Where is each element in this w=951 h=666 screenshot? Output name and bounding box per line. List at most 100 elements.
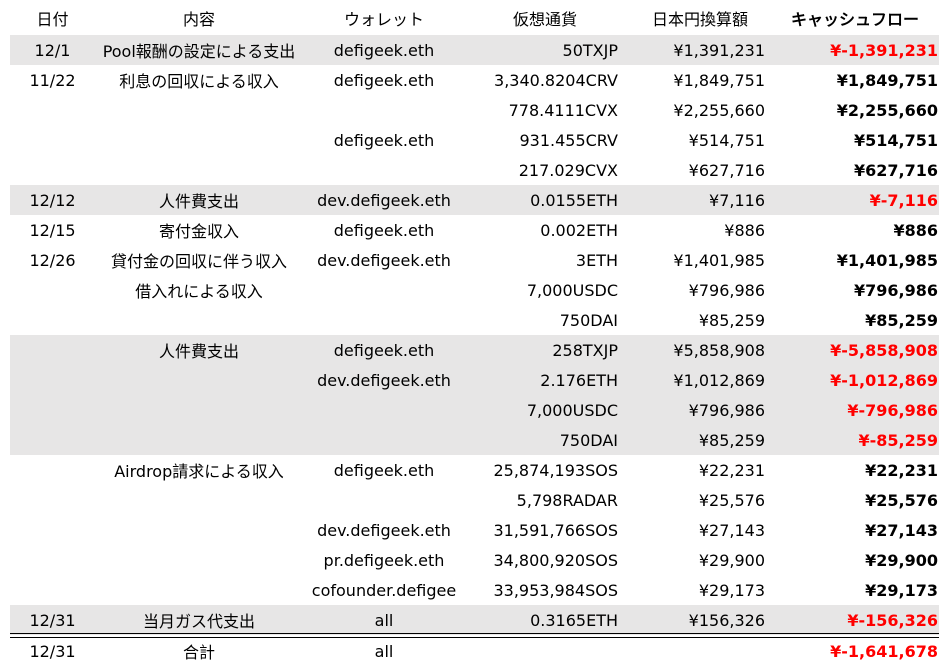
cell-wallet: all (374, 610, 394, 630)
cell-cashflow: ¥-1,012,869 (830, 370, 938, 390)
cell-date (10, 305, 95, 335)
cashflow-sheet: 日付 内容 ウォレット 仮想通貨 日本円換算額 キャッシュフロー 12/1 Poo… (0, 0, 951, 665)
table-row: 217.029CVX ¥627,716 ¥627,716 (0, 155, 951, 185)
cell-jpy: ¥627,716 (688, 160, 765, 180)
cell-date (10, 575, 95, 605)
table-row: 778.4111CVX ¥2,255,660 ¥2,255,660 (0, 95, 951, 125)
cell-desc (88, 365, 310, 395)
cell-cashflow: ¥27,143 (865, 520, 938, 540)
cell-amount: 778.4111CVX (508, 100, 618, 120)
cell-jpy: ¥886 (724, 220, 765, 240)
total-jpy (618, 636, 765, 666)
cell-amount: 7,000USDC (526, 280, 618, 300)
table-row: pr.defigeek.eth 34,800,920SOS ¥29,900 ¥29,9… (0, 545, 951, 575)
cell-cashflow: ¥29,900 (865, 550, 938, 570)
table-row: 11/22 利息の回収による収入 defigeek.eth 3,340.8204CRV… (0, 65, 951, 95)
cell-wallet: defigeek.eth (333, 460, 435, 480)
cell-wallet (310, 95, 458, 125)
cell-desc: 人件費支出 (158, 342, 239, 361)
cell-cashflow: ¥2,255,660 (836, 100, 938, 120)
total-desc: 合計 (182, 643, 215, 662)
cell-jpy: ¥7,116 (709, 190, 765, 210)
cell-wallet: dev.defigeek.eth (317, 370, 451, 390)
cell-date (10, 275, 95, 305)
cell-date: 12/31 (29, 610, 76, 630)
cell-desc (88, 545, 310, 575)
cell-jpy: ¥1,391,231 (673, 40, 765, 60)
cell-desc (88, 485, 310, 515)
cell-desc (88, 425, 310, 455)
cell-amount: 750DAI (559, 430, 618, 450)
cell-jpy: ¥1,849,751 (673, 70, 765, 90)
cell-date: 12/26 (29, 250, 76, 270)
cell-cashflow: ¥514,751 (853, 130, 938, 150)
cell-desc: 人件費支出 (158, 192, 239, 211)
cell-desc (88, 395, 310, 425)
cell-desc: 利息の回収による収入 (119, 72, 279, 91)
table-row: 借入れによる収入 7,000USDC ¥796,986 ¥796,986 (0, 275, 951, 305)
cell-desc (88, 575, 310, 605)
cell-jpy: ¥1,012,869 (673, 370, 765, 390)
cell-cashflow: ¥-5,858,908 (830, 340, 938, 360)
table-row: 5,798RADAR ¥25,576 ¥25,576 (0, 485, 951, 515)
cell-wallet: pr.defigeek.eth (323, 550, 445, 570)
cell-jpy: ¥156,326 (688, 610, 765, 630)
cell-wallet: defigeek.eth (333, 340, 435, 360)
cell-amount: 31,591,766SOS (493, 520, 618, 540)
cell-desc: 借入れによる収入 (135, 282, 263, 301)
cell-wallet (310, 155, 458, 185)
cell-amount: 50TXJP (562, 40, 618, 60)
cell-cashflow: ¥1,401,985 (836, 250, 938, 270)
cell-date (10, 485, 95, 515)
table-row: 7,000USDC ¥796,986 ¥-796,986 (0, 395, 951, 425)
cell-desc (88, 515, 310, 545)
header-date: 日付 (36, 9, 69, 29)
cell-desc (88, 155, 310, 185)
cell-wallet: defigeek.eth (333, 220, 435, 240)
cell-date (10, 335, 95, 365)
cell-wallet: defigeek.eth (333, 70, 435, 90)
cell-wallet (310, 305, 458, 335)
cell-amount: 0.3165ETH (530, 610, 618, 630)
cell-desc (88, 305, 310, 335)
cell-cashflow: ¥-1,391,231 (830, 40, 938, 60)
header-desc: 内容 (182, 9, 215, 29)
cell-wallet (310, 395, 458, 425)
total-wallet: all (374, 641, 394, 661)
table-row: 750DAI ¥85,259 ¥85,259 (0, 305, 951, 335)
cell-amount: 217.029CVX (518, 160, 618, 180)
cell-date (10, 545, 95, 575)
cell-jpy: ¥29,173 (698, 580, 765, 600)
cell-wallet (310, 425, 458, 455)
table-row: 12/26 貸付金の回収に伴う収入 dev.defigeek.eth 3ETH ¥1,4… (0, 245, 951, 275)
cell-desc (88, 95, 310, 125)
cell-jpy: ¥796,986 (688, 400, 765, 420)
table-row: 12/31 当月ガス代支出 all 0.3165ETH ¥156,326 ¥-156,32… (0, 605, 951, 635)
table-row: dev.defigeek.eth 2.176ETH ¥1,012,869 ¥-1,01… (0, 365, 951, 395)
cell-amount: 2.176ETH (540, 370, 618, 390)
cell-jpy: ¥29,900 (698, 550, 765, 570)
cell-cashflow: ¥886 (893, 220, 938, 240)
table-row: dev.defigeek.eth 31,591,766SOS ¥27,143 ¥27,… (0, 515, 951, 545)
cell-cashflow: ¥796,986 (853, 280, 938, 300)
table-row: cofounder.defigee 33,953,984SOS ¥29,173 ¥29… (0, 575, 951, 605)
cell-jpy: ¥27,143 (698, 520, 765, 540)
cell-cashflow: ¥-796,986 (847, 400, 938, 420)
cell-jpy: ¥514,751 (688, 130, 765, 150)
cell-amount: 5,798RADAR (516, 490, 618, 510)
table-row: 12/12 人件費支出 dev.defigeek.eth 0.0155ETH ¥7,11… (0, 185, 951, 215)
table-row: 人件費支出 defigeek.eth 258TXJP ¥5,858,908 ¥-5,85… (0, 335, 951, 365)
cell-cashflow: ¥1,849,751 (836, 70, 938, 90)
cell-date (10, 425, 95, 455)
cell-date (10, 155, 95, 185)
total-amount (460, 636, 618, 666)
cell-amount: 7,000USDC (526, 400, 618, 420)
cell-desc: Airdrop請求による収入 (114, 462, 284, 481)
cell-date: 12/1 (34, 40, 71, 60)
cell-jpy: ¥25,576 (698, 490, 765, 510)
cell-cashflow: ¥-156,326 (847, 610, 938, 630)
cell-amount: 258TXJP (552, 340, 618, 360)
cell-jpy: ¥5,858,908 (673, 340, 765, 360)
cell-date: 11/22 (29, 70, 76, 90)
cell-cashflow: ¥627,716 (853, 160, 938, 180)
